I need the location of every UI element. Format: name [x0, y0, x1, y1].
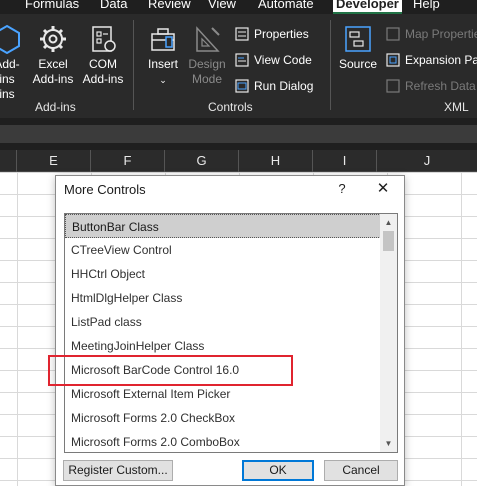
source-label: Source	[338, 57, 378, 71]
controls-group-label: Controls	[208, 100, 253, 114]
excel-addins-label-line2: Add-ins	[32, 72, 74, 86]
list-item[interactable]: Microsoft Forms 2.0 ComboBox	[65, 430, 381, 452]
tab-view[interactable]: View	[208, 0, 236, 14]
map-properties-label: Map Properties	[405, 27, 477, 41]
map-properties-icon	[386, 27, 400, 41]
annotation-highlight-box	[48, 355, 293, 386]
addins-label-line2: ins	[0, 87, 15, 101]
tab-help[interactable]: Help	[413, 0, 440, 14]
run-dialog-label: Run Dialog	[254, 79, 314, 93]
design-mode-label-line2: Mode	[191, 72, 223, 86]
com-addins-label-line2: Add-ins	[82, 72, 124, 86]
column-header-row: E F G H I J	[0, 150, 477, 172]
close-icon[interactable]: ✕	[372, 178, 394, 200]
refresh-data-label: Refresh Data	[405, 79, 476, 93]
tab-developer[interactable]: Developer	[333, 0, 402, 14]
column-header-j[interactable]: J	[377, 150, 477, 172]
run-dialog-icon	[235, 79, 249, 93]
xml-group-label: XML	[444, 100, 469, 114]
list-item[interactable]: Microsoft Forms 2.0 CheckBox	[65, 406, 381, 430]
list-item[interactable]: HtmlDlgHelper Class	[65, 286, 381, 310]
controls-listbox[interactable]: ButtonBar Class CTreeView Control HHCtrl…	[64, 213, 398, 453]
dialog-title: More Controls	[64, 182, 146, 197]
excel-addins-label: Excel	[38, 57, 68, 71]
com-addins-label: COM	[89, 57, 117, 71]
column-header-e[interactable]: E	[17, 150, 91, 172]
chevron-down-icon: ⌄	[159, 75, 167, 85]
cancel-button[interactable]: Cancel	[324, 460, 398, 481]
addins-label: Add-ins	[0, 57, 20, 86]
group-separator	[133, 20, 134, 110]
toolbox-icon	[151, 28, 175, 51]
design-mode-button[interactable]: Design Mode	[184, 24, 230, 87]
tab-automate[interactable]: Automate	[258, 0, 314, 14]
refresh-data-button[interactable]: Refresh Data	[386, 76, 476, 96]
expansion-packs-label: Expansion Packs	[405, 53, 477, 67]
formula-bar[interactable]	[0, 125, 477, 143]
list-item[interactable]: HHCtrl Object	[65, 262, 381, 286]
list-item[interactable]: ListPad class	[65, 310, 381, 334]
column-header-h[interactable]: H	[239, 150, 313, 172]
formula-bar-area	[0, 118, 477, 150]
com-addins-icon	[92, 26, 116, 52]
source-button[interactable]: Source	[337, 24, 379, 72]
insert-label: Insert	[147, 57, 178, 71]
properties-icon	[235, 27, 249, 41]
addins-button[interactable]: Add-ins ins	[0, 24, 22, 102]
scroll-up-icon[interactable]: ▲	[380, 214, 397, 231]
properties-label: Properties	[254, 27, 309, 41]
excel-addins-button[interactable]: Excel Add-ins	[28, 24, 78, 87]
insert-button[interactable]: Insert ⌄	[140, 24, 186, 88]
register-custom-button[interactable]: Register Custom...	[63, 460, 173, 481]
com-addins-button[interactable]: COM Add-ins	[78, 24, 128, 87]
scrollbar-thumb[interactable]	[383, 231, 394, 251]
view-code-icon	[235, 53, 249, 67]
expansion-packs-button[interactable]: Expansion Packs	[386, 50, 477, 70]
addins-group-label: Add-ins	[35, 100, 76, 114]
more-controls-dialog: More Controls ? ✕ ButtonBar Class CTreeV…	[55, 175, 405, 486]
view-code-label: View Code	[254, 53, 312, 67]
view-code-button[interactable]: View Code	[235, 50, 312, 70]
refresh-icon	[386, 79, 400, 93]
properties-button[interactable]: Properties	[235, 24, 309, 44]
tab-data[interactable]: Data	[100, 0, 127, 14]
gear-icon	[40, 26, 66, 52]
run-dialog-button[interactable]: Run Dialog	[235, 76, 313, 96]
help-button[interactable]: ?	[334, 178, 350, 200]
tab-review[interactable]: Review	[148, 0, 191, 14]
column-header-g[interactable]: G	[165, 150, 239, 172]
column-header-f[interactable]: F	[91, 150, 165, 172]
ruler-triangle-icon	[196, 26, 220, 52]
ribbon-tab-bar: Formulas Data Review View Automate Devel…	[0, 0, 477, 14]
group-separator	[330, 20, 331, 110]
map-properties-button[interactable]: Map Properties	[386, 24, 477, 44]
list-item[interactable]: CTreeView Control	[65, 238, 381, 262]
xml-source-icon	[345, 26, 371, 52]
design-mode-label: Design	[188, 57, 226, 71]
list-item[interactable]: ButtonBar Class	[65, 214, 381, 238]
list-scrollbar[interactable]: ▲ ▼	[380, 214, 397, 452]
hexagon-gear-icon	[0, 24, 20, 54]
column-header-prev[interactable]	[0, 150, 17, 172]
column-header-i[interactable]: I	[313, 150, 377, 172]
ok-button[interactable]: OK	[242, 460, 314, 481]
ribbon: Add-ins ins Excel Add-ins COM Add-ins Ad…	[0, 14, 477, 118]
tab-formulas[interactable]: Formulas	[25, 0, 79, 14]
scroll-down-icon[interactable]: ▼	[380, 435, 397, 452]
expansion-packs-icon	[386, 53, 400, 67]
